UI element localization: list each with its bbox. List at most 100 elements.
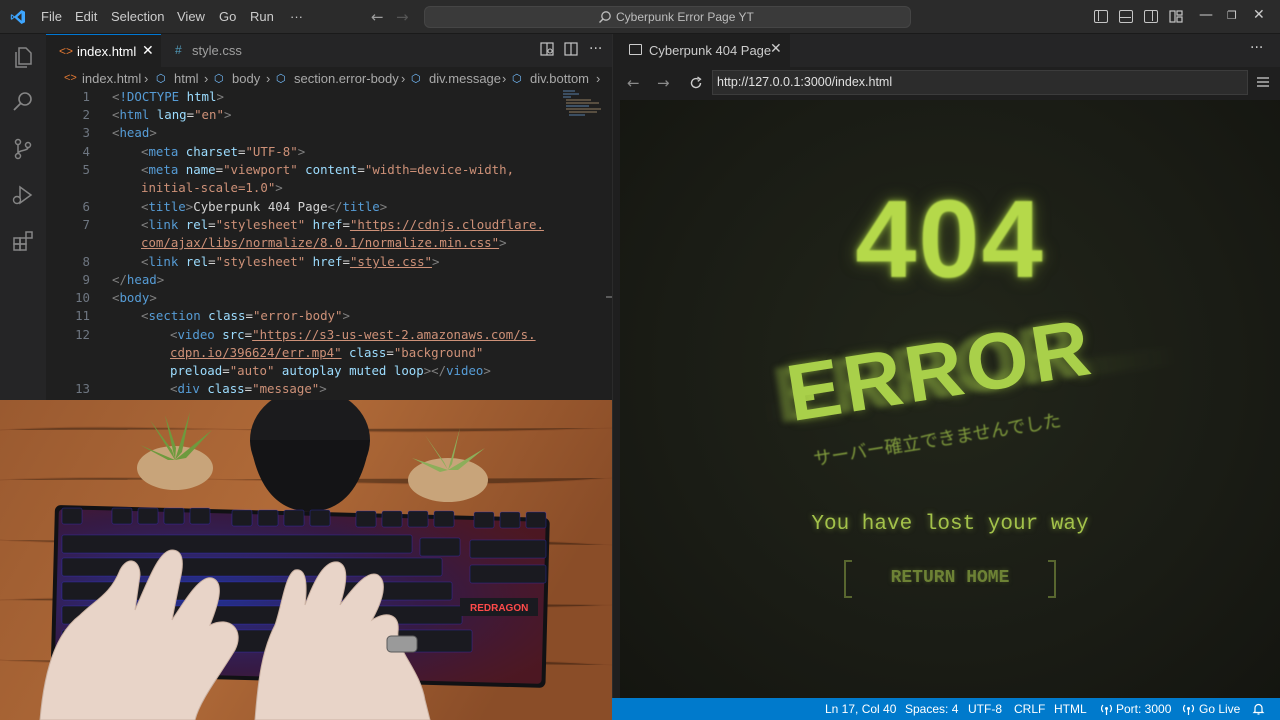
toggle-secondary-sidebar-icon[interactable] (1144, 10, 1158, 23)
cursor-position[interactable]: Ln 17, Col 40 (825, 702, 896, 716)
menu-run[interactable]: Run (250, 9, 274, 24)
code-line: <div class="message"> (170, 381, 327, 396)
vscode-logo-icon (10, 10, 25, 24)
address-bar: ← → http://127.0.0.1:3000/index.html (620, 67, 1280, 100)
toggle-panel-icon[interactable] (1119, 10, 1133, 23)
error-code-404: 404 (855, 178, 1045, 301)
element-icon: ⬡ (276, 73, 286, 85)
chevron-right-icon: › (502, 71, 507, 86)
search-icon[interactable] (11, 90, 35, 114)
breadcrumb-item[interactable]: index.html (82, 71, 141, 86)
breadcrumb: <> index.html › ⬡ html › ⬡ body › ⬡ sect… (46, 67, 612, 89)
menu-go[interactable]: Go (219, 9, 236, 24)
code-line: <head> (112, 125, 157, 140)
indentation[interactable]: Spaces: 4 (905, 702, 958, 716)
breadcrumb-item[interactable]: div.message (429, 71, 501, 86)
line-number: 5 (82, 162, 90, 177)
back-arrow-icon[interactable]: ← (627, 74, 640, 92)
code-line: <link rel="stylesheet" href="https://cdn… (141, 217, 544, 232)
back-arrow-icon[interactable]: ← (371, 8, 384, 26)
keyboard-brand-label: REDRAGON (470, 603, 528, 614)
chevron-right-icon: › (144, 71, 149, 86)
more-actions-icon[interactable]: ··· (1250, 40, 1263, 56)
editor-group-divider[interactable] (612, 34, 620, 698)
close-tab-icon[interactable]: ✕ (142, 42, 154, 59)
menu-icon[interactable] (1257, 77, 1269, 87)
html-icon: <> (59, 44, 74, 58)
toggle-sidebar-icon[interactable] (1094, 10, 1108, 23)
encoding[interactable]: UTF-8 (968, 702, 1002, 716)
code-line: <meta name="viewport" content="width=dev… (141, 162, 515, 177)
code-line: <body> (112, 290, 157, 305)
split-editor-icon[interactable] (564, 42, 578, 56)
code-line: <title>Cyberpunk 404 Page</title> (141, 199, 388, 214)
restore-button[interactable]: ❐ (1227, 9, 1237, 22)
lost-message: You have lost your way (811, 513, 1089, 536)
webcam-overlay: REDRAGON (0, 400, 612, 720)
status-bar: Ln 17, Col 40 Spaces: 4 UTF-8 CRLF HTML … (612, 698, 1280, 720)
minimap[interactable] (561, 89, 606, 119)
breadcrumb-item[interactable]: div.bottom (530, 71, 589, 86)
open-preview-icon[interactable] (540, 42, 554, 56)
code-line: <!DOCTYPE html> (112, 89, 224, 104)
preview-tab-bar: Cyberpunk 404 Page ✕ ··· (620, 34, 1280, 67)
close-tab-icon[interactable]: ✕ (770, 41, 782, 57)
breadcrumb-item[interactable]: html (174, 71, 199, 86)
url-text: http://127.0.0.1:3000/index.html (717, 75, 893, 89)
url-input[interactable]: http://127.0.0.1:3000/index.html (712, 70, 1248, 95)
chevron-right-icon: › (204, 71, 209, 86)
reload-icon[interactable] (689, 76, 703, 90)
webcam-keyboard-image: REDRAGON (0, 400, 612, 720)
element-icon: ⬡ (214, 73, 224, 85)
menu-selection[interactable]: Selection (111, 9, 164, 24)
menu-more[interactable]: ··· (290, 9, 303, 24)
explorer-icon[interactable] (11, 45, 35, 69)
tab-preview[interactable]: Cyberpunk 404 Page ✕ (620, 34, 790, 67)
code-editor: <> index.html ✕ # style.css ··· <> index… (46, 34, 618, 400)
menu-file[interactable]: File (41, 9, 62, 24)
code-line: </head> (112, 272, 165, 287)
line-ending[interactable]: CRLF (1014, 702, 1045, 716)
tab-index-html[interactable]: <> index.html ✕ (46, 34, 161, 67)
line-number: 6 (82, 199, 90, 214)
server-port[interactable]: Port: 3000 (1116, 702, 1171, 716)
chevron-right-icon: › (596, 71, 601, 86)
tab-label: style.css (192, 43, 242, 58)
line-number: 4 (82, 144, 90, 159)
minimize-button[interactable]: — (1199, 7, 1213, 23)
source-control-icon[interactable] (11, 137, 35, 161)
broadcast-icon (1101, 704, 1112, 715)
close-window-button[interactable]: ✕ (1253, 7, 1265, 23)
forward-arrow-icon[interactable]: → (396, 8, 409, 26)
preview-viewport: 404 ERROR サーバー確立できませんでした You have lost y… (620, 100, 1280, 698)
line-number: 7 (82, 217, 90, 232)
code-area[interactable]: 1 2 3 4 5 6 7 8 9 10 11 12 13 <!DOCTYPE … (46, 89, 612, 400)
code-line: cdpn.io/396624/err.mp4" class="backgroun… (170, 345, 484, 360)
line-number: 8 (82, 254, 90, 269)
breadcrumb-item[interactable]: body (232, 71, 260, 86)
editor-tab-bar: <> index.html ✕ # style.css ··· (46, 34, 612, 67)
line-number: 12 (75, 327, 90, 342)
customize-layout-icon[interactable] (1169, 10, 1183, 23)
line-number: 10 (75, 290, 90, 305)
line-number: 1 (82, 89, 90, 104)
search-icon (599, 11, 611, 23)
more-actions-icon[interactable]: ··· (589, 41, 602, 57)
notifications-bell-icon[interactable] (1252, 702, 1265, 715)
line-number: 9 (82, 272, 90, 287)
extensions-icon[interactable] (11, 229, 35, 253)
menu-edit[interactable]: Edit (75, 9, 97, 24)
breadcrumb-item[interactable]: section.error-body (294, 71, 399, 86)
line-number: 11 (75, 308, 90, 323)
browser-icon (629, 44, 642, 55)
return-home-button[interactable]: RETURN HOME (844, 560, 1056, 598)
menu-view[interactable]: View (177, 9, 205, 24)
forward-arrow-icon[interactable]: → (657, 74, 670, 92)
activity-bar (0, 34, 46, 400)
language-mode[interactable]: HTML (1054, 702, 1087, 716)
run-debug-icon[interactable] (11, 183, 35, 207)
command-center-label: Cyberpunk Error Page YT (616, 10, 754, 24)
command-center-search[interactable]: Cyberpunk Error Page YT (424, 6, 911, 28)
go-live-button[interactable]: Go Live (1199, 702, 1240, 716)
tab-style-css[interactable]: # style.css (161, 34, 271, 67)
